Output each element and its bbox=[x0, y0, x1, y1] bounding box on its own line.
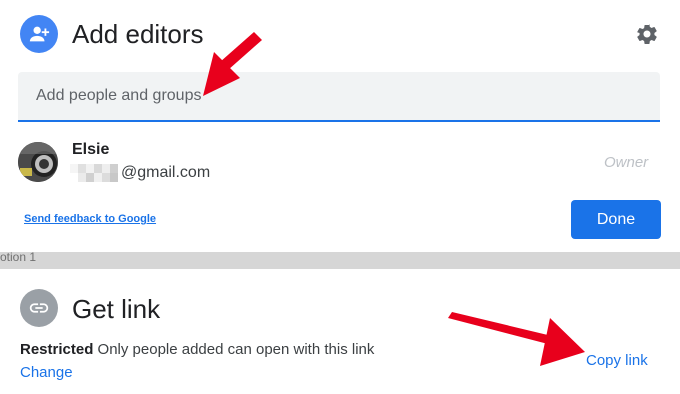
red-arrow-copy-link bbox=[448, 312, 585, 366]
annotation-arrows bbox=[203, 32, 585, 366]
red-arrow-search bbox=[203, 32, 262, 96]
